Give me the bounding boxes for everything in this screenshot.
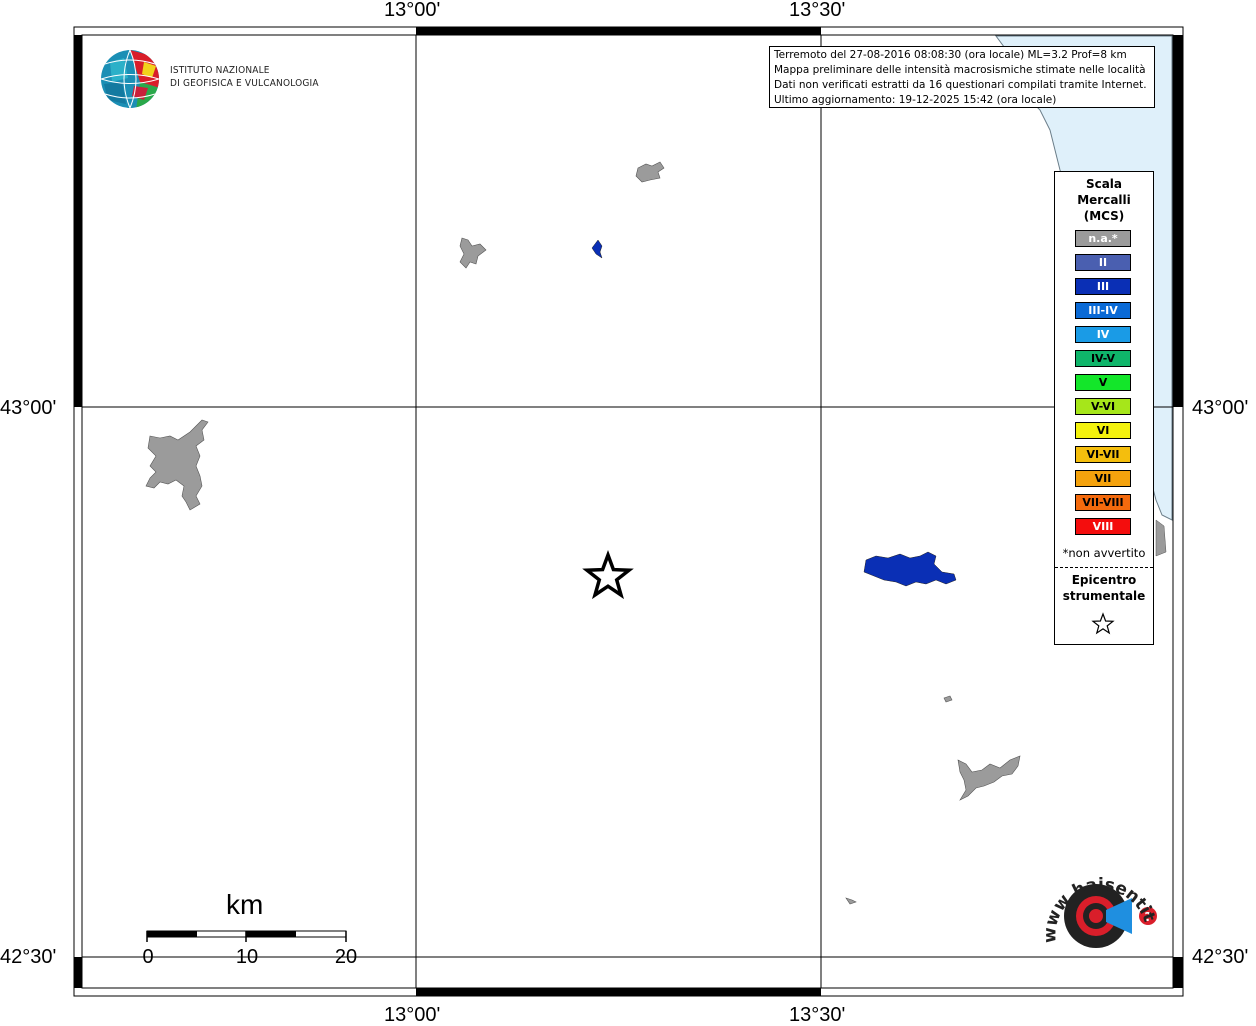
legend-item: VII-VIII xyxy=(1075,494,1131,511)
ingv-name: ISTITUTO NAZIONALE DI GEOFISICA E VULCAN… xyxy=(170,64,319,90)
haisentito-logo-icon: ? www.haisentitoilterremoto.it xyxy=(1036,858,1159,948)
place-na-2 xyxy=(459,237,487,269)
legend-item: VI-VII xyxy=(1075,446,1131,463)
lat-label-right-2: 42°30' xyxy=(1192,946,1249,968)
event-info-line2: Mappa preliminare delle intensità macros… xyxy=(774,64,1146,76)
legend-divider xyxy=(1055,567,1153,568)
scale-bar xyxy=(146,930,347,942)
legend-item: VI xyxy=(1075,422,1131,439)
event-info-box: Terremoto del 27-08-2016 08:08:30 (ora l… xyxy=(769,46,1155,108)
scalebar-tick-20: 20 xyxy=(334,946,358,968)
scalebar-tick-0: 0 xyxy=(142,946,154,968)
legend-item: III xyxy=(1075,278,1131,295)
legend-item: V-VI xyxy=(1075,398,1131,415)
scalebar-unit: km xyxy=(226,889,264,920)
place-na-4 xyxy=(943,695,953,703)
event-info-line1: Terremoto del 27-08-2016 08:08:30 (ora l… xyxy=(774,49,1127,61)
legend-item: III-IV xyxy=(1075,302,1131,319)
ingv-name-line1: ISTITUTO NAZIONALE xyxy=(170,65,270,76)
coastline xyxy=(1155,519,1167,557)
place-na-6 xyxy=(845,897,857,905)
place-iii-1 xyxy=(591,239,603,259)
legend-epicenter-line1: Epicentro xyxy=(1071,573,1137,587)
frame-bar-left-a xyxy=(74,35,82,407)
legend-item: VIII xyxy=(1075,518,1131,535)
legend-item: II xyxy=(1075,254,1131,271)
legend-star-icon xyxy=(1091,612,1115,635)
lon-label-top-2: 13°30' xyxy=(789,0,846,21)
legend-epicenter-label: Epicentro strumentale xyxy=(1055,572,1153,604)
legend-item: IV xyxy=(1075,326,1131,343)
legend-title-line1: Scala xyxy=(1085,177,1123,191)
lat-label-left-2: 42°30' xyxy=(0,946,57,968)
event-info-line3: Dati non verificati estratti da 16 quest… xyxy=(774,79,1147,91)
legend-epicenter-line2: strumentale xyxy=(1062,589,1146,603)
frame-bar-right-a xyxy=(1173,35,1183,407)
place-na-1 xyxy=(635,161,665,183)
frame-bar-top xyxy=(416,27,821,35)
lon-label-bottom-2: 13°30' xyxy=(789,1004,846,1026)
lon-label-top-1: 13°00' xyxy=(384,0,441,21)
event-info-line4: Ultimo aggiornamento: 19-12-2025 15:42 (… xyxy=(774,94,1057,106)
legend-item: V xyxy=(1075,374,1131,391)
map-inner-frame xyxy=(81,34,1174,989)
scalebar-tick-10: 10 xyxy=(235,946,259,968)
lat-label-left-1: 43°00' xyxy=(0,397,57,419)
epicenter-star-icon xyxy=(582,549,634,600)
map-frame xyxy=(73,26,1184,997)
legend-title-line2: Mercalli xyxy=(1077,193,1131,207)
lon-label-bottom-1: 13°00' xyxy=(384,1004,441,1026)
frame-bar-bottom xyxy=(416,988,821,996)
ingv-globe-icon xyxy=(101,50,159,108)
mcs-legend: Scala Mercalli (MCS) n.a.* II III III-IV IV I… xyxy=(1054,171,1154,645)
legend-item: n.a.* xyxy=(1075,230,1131,247)
legend-note: *non avvertito xyxy=(1062,546,1146,560)
lat-label-right-1: 43°00' xyxy=(1192,397,1249,419)
place-iii-2 xyxy=(863,551,957,587)
legend-title: Scala Mercalli (MCS) xyxy=(1055,176,1153,224)
place-na-3 xyxy=(145,419,209,511)
legend-title-line3: (MCS) xyxy=(1083,209,1125,223)
frame-bar-left-b xyxy=(74,957,82,988)
ingv-name-line2: DI GEOFISICA E VULCANOLOGIA xyxy=(170,78,319,89)
frame-bar-right-b xyxy=(1173,957,1183,988)
legend-item: IV-V xyxy=(1075,350,1131,367)
legend-item: VII xyxy=(1075,470,1131,487)
place-na-5 xyxy=(957,755,1021,801)
